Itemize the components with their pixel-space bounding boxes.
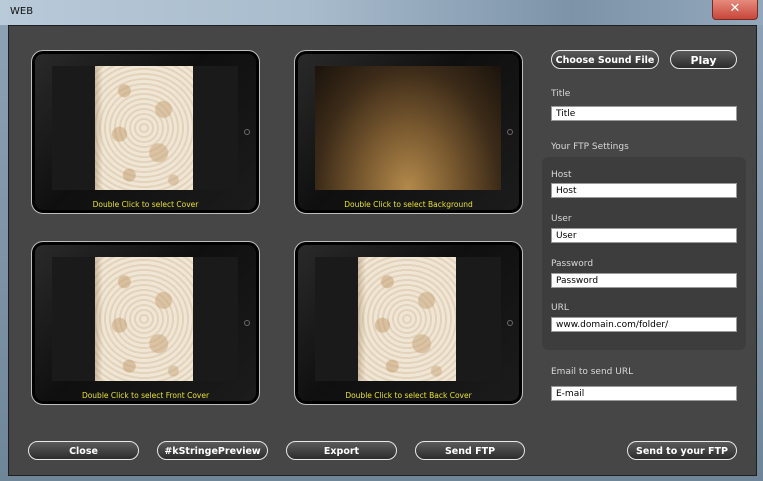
background-screen[interactable] (315, 66, 501, 190)
window-close-button[interactable]: ✕ (712, 0, 758, 20)
background-caption: Double Click to select Background (344, 200, 473, 209)
background-image (315, 66, 501, 190)
cover-screen[interactable] (52, 66, 238, 190)
send-ftp-button[interactable]: Send FTP (415, 441, 525, 460)
back-cover-caption: Double Click to select Back Cover (345, 391, 472, 400)
window-title: WEB (10, 6, 34, 17)
url-input[interactable] (551, 317, 737, 332)
user-label: User (551, 214, 572, 224)
tablet-camera-icon (244, 320, 250, 326)
host-input[interactable] (551, 183, 737, 198)
preview-button[interactable]: #kStringePreview (157, 441, 268, 460)
play-button[interactable]: Play (670, 50, 737, 69)
password-input[interactable] (551, 273, 737, 288)
close-button[interactable]: Close (28, 441, 139, 460)
ftp-settings-label: Your FTP Settings (551, 142, 629, 152)
title-bar[interactable]: WEB ✕ (0, 0, 763, 25)
email-label: Email to send URL (551, 367, 634, 377)
back-cover-image (358, 257, 456, 381)
main-panel: Double Click to select Cover Double Clic… (8, 25, 757, 476)
back-cover-screen[interactable] (315, 257, 501, 381)
title-input[interactable] (551, 106, 737, 121)
tablet-camera-icon (507, 320, 513, 326)
host-label: Host (551, 170, 572, 180)
close-icon: ✕ (729, 1, 741, 16)
cover-tablet[interactable]: Double Click to select Cover (31, 50, 260, 214)
title-label: Title (551, 89, 571, 99)
send-to-your-ftp-button[interactable]: Send to your FTP (627, 441, 737, 460)
export-button[interactable]: Export (286, 441, 397, 460)
email-input[interactable] (551, 386, 737, 401)
password-label: Password (551, 259, 594, 269)
cover-image (95, 66, 193, 190)
back-cover-tablet[interactable]: Double Click to select Back Cover (294, 241, 523, 405)
front-cover-image (95, 257, 193, 381)
url-label: URL (551, 303, 569, 313)
cover-caption: Double Click to select Cover (92, 200, 199, 209)
tablet-camera-icon (507, 129, 513, 135)
app-window: WEB ✕ Double Click to select Cover Doubl… (0, 0, 763, 481)
background-tablet[interactable]: Double Click to select Background (294, 50, 523, 214)
front-cover-caption: Double Click to select Front Cover (81, 391, 210, 400)
front-cover-screen[interactable] (52, 257, 238, 381)
tablet-camera-icon (244, 129, 250, 135)
choose-sound-file-button[interactable]: Choose Sound File (551, 50, 659, 69)
front-cover-tablet[interactable]: Double Click to select Front Cover (31, 241, 260, 405)
user-input[interactable] (551, 228, 737, 243)
